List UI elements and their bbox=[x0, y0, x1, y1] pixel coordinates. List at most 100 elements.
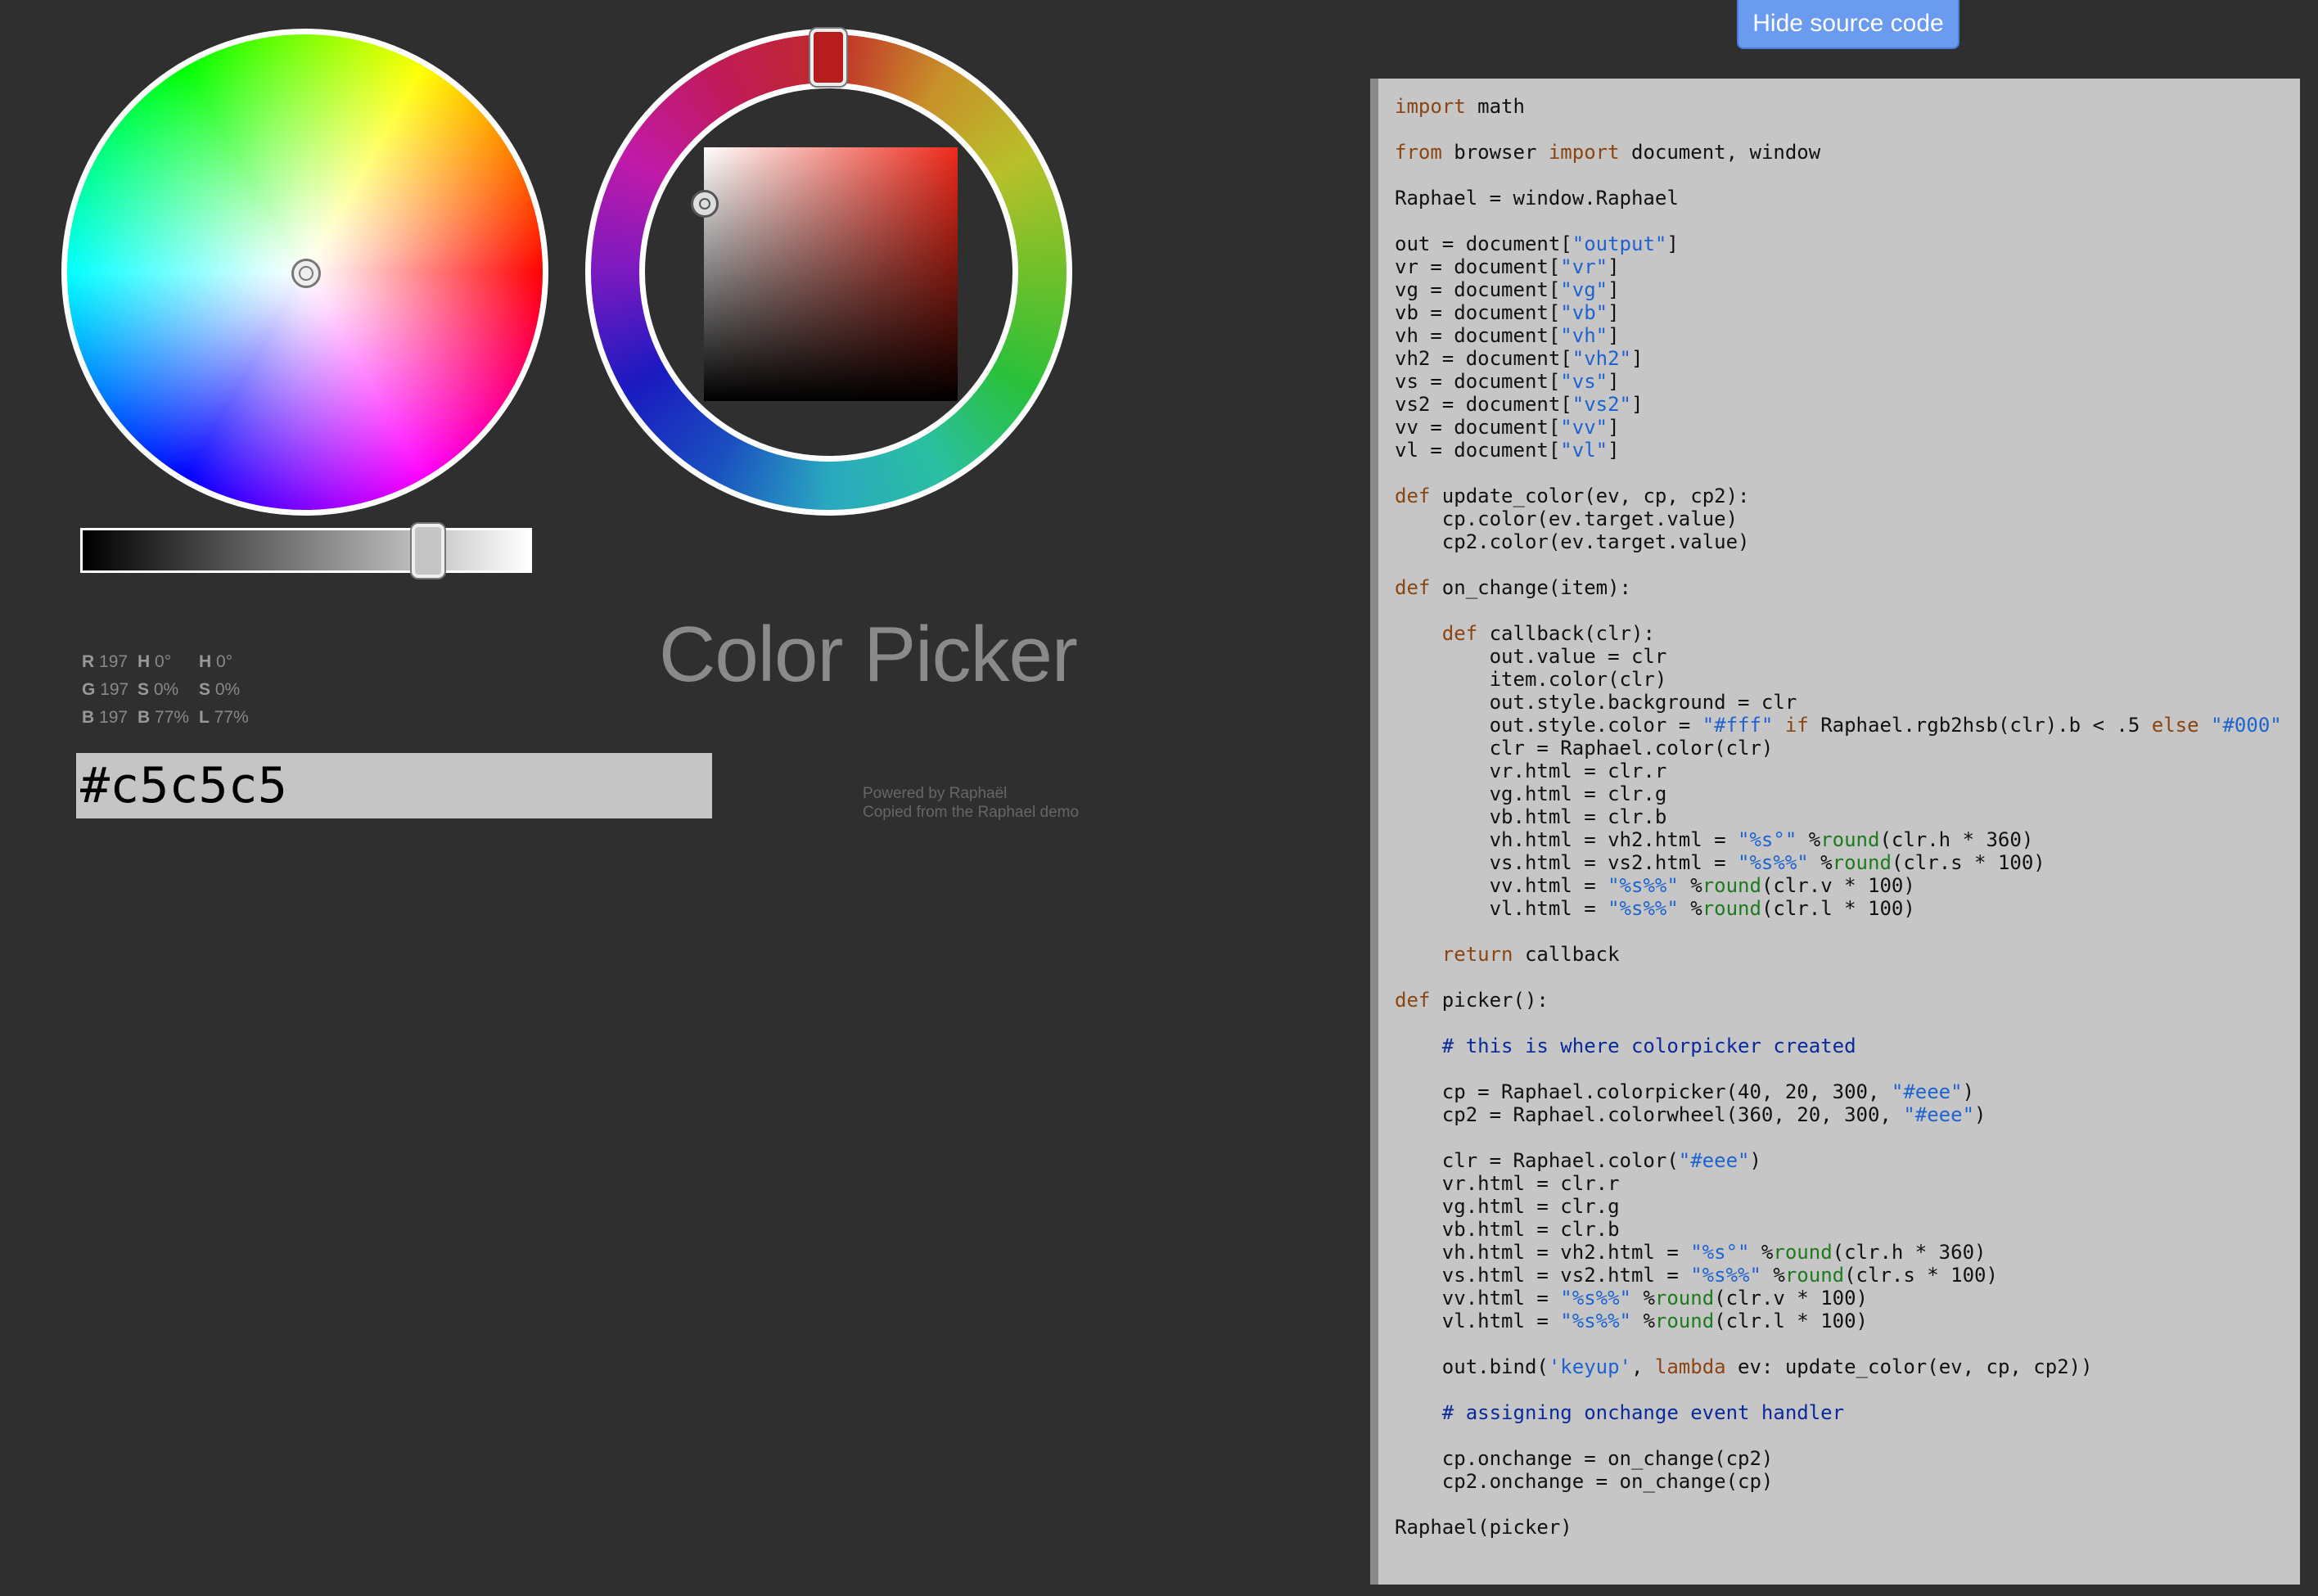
code-token: (clr.s * 100) bbox=[1844, 1264, 1998, 1287]
code-line: def update_color(ev, cp, cp2): bbox=[1395, 485, 2282, 507]
code-token: ] bbox=[1608, 278, 1620, 301]
code-token: cp = Raphael.colorpicker(40, 20, 300, bbox=[1395, 1080, 1892, 1103]
code-token: return bbox=[1441, 943, 1513, 966]
code-token: % bbox=[1808, 851, 1833, 874]
code-token: "vh" bbox=[1560, 324, 1608, 347]
code-token: "%s%%" bbox=[1560, 1310, 1631, 1332]
credits-copied-from: Copied from the Raphael demo bbox=[863, 804, 1080, 821]
code-token: % bbox=[1797, 828, 1821, 851]
code-token: "vr" bbox=[1560, 255, 1608, 278]
code-token: vh.html = vh2.html = bbox=[1395, 1241, 1691, 1264]
code-token: ] bbox=[1608, 439, 1620, 462]
code-token: vl = document[ bbox=[1395, 439, 1561, 462]
page-title: Color Picker bbox=[659, 611, 1078, 698]
code-token: (clr.h * 360) bbox=[1832, 1241, 1987, 1264]
code-token: "%s%%" bbox=[1738, 851, 1809, 874]
code-token: document, window bbox=[1619, 141, 1821, 164]
code-line: out.style.background = clr bbox=[1395, 691, 2282, 714]
code-token: "#eee" bbox=[1891, 1080, 1963, 1103]
code-token: def bbox=[1395, 485, 1431, 507]
value-g: 197 bbox=[100, 680, 129, 699]
code-token: vh2 = document[ bbox=[1395, 347, 1572, 370]
code-token: Raphael.rgb2hsb(clr).b < .5 bbox=[1808, 714, 2152, 737]
code-line: vg.html = clr.g bbox=[1395, 782, 2282, 805]
code-token: (clr.v * 100) bbox=[1714, 1287, 1868, 1310]
code-token: 'keyup' bbox=[1548, 1355, 1631, 1378]
code-token: vs.html = vs2.html = bbox=[1395, 1264, 1691, 1287]
code-line: vv.html = "%s%%" %round(clr.v * 100) bbox=[1395, 1287, 2282, 1310]
color-wheel-handle[interactable] bbox=[291, 259, 321, 288]
color-hex-input[interactable] bbox=[76, 753, 712, 818]
code-token: ] bbox=[1608, 301, 1620, 324]
code-line: vh = document["vh"] bbox=[1395, 324, 2282, 347]
saturation-value-handle[interactable] bbox=[691, 190, 719, 218]
code-token: out.style.color = bbox=[1395, 714, 1702, 737]
code-token: Raphael = window.Raphael bbox=[1395, 187, 1679, 210]
hue-ring-handle[interactable] bbox=[810, 29, 846, 86]
code-token: vv.html = bbox=[1395, 1287, 1561, 1310]
code-token: (clr.l * 100) bbox=[1761, 897, 1915, 920]
code-line: out.bind('keyup', lambda ev: update_colo… bbox=[1395, 1355, 2282, 1378]
code-token: clr = Raphael.color(clr) bbox=[1395, 737, 1774, 760]
code-token: picker(): bbox=[1430, 989, 1549, 1012]
code-token: (clr.h * 360) bbox=[1879, 828, 2034, 851]
code-line: vr.html = clr.r bbox=[1395, 1172, 2282, 1195]
code-token: "%s%%" bbox=[1690, 1264, 1761, 1287]
code-line: def on_change(item): bbox=[1395, 576, 2282, 599]
code-token: ) bbox=[1749, 1149, 1761, 1172]
code-token: ] bbox=[1666, 232, 1679, 255]
code-token: vl.html = bbox=[1395, 897, 1608, 920]
code-token: vh = document[ bbox=[1395, 324, 1561, 347]
code-line: # this is where colorpicker created bbox=[1395, 1035, 2282, 1057]
code-token: , bbox=[1631, 1355, 1655, 1378]
brightness-slider[interactable] bbox=[80, 528, 532, 573]
code-token: "vs" bbox=[1560, 370, 1608, 393]
code-token: round bbox=[1773, 1241, 1833, 1264]
code-line: cp = Raphael.colorpicker(40, 20, 300, "#… bbox=[1395, 1080, 2282, 1103]
code-token: "#eee" bbox=[1678, 1149, 1750, 1172]
code-token: "#fff" bbox=[1702, 714, 1774, 737]
value-r: 197 bbox=[99, 652, 129, 671]
code-line: clr = Raphael.color(clr) bbox=[1395, 737, 2282, 760]
code-token: ] bbox=[1631, 347, 1644, 370]
code-token: "vv" bbox=[1560, 416, 1608, 439]
code-token: ] bbox=[1608, 324, 1620, 347]
code-token: "vb" bbox=[1560, 301, 1608, 324]
code-line: vh.html = vh2.html = "%s°" %round(clr.h … bbox=[1395, 828, 2282, 851]
code-token: round bbox=[1820, 828, 1880, 851]
code-token: import bbox=[1395, 95, 1466, 118]
code-token: vs2 = document[ bbox=[1395, 393, 1572, 416]
code-token: "vh2" bbox=[1572, 347, 1631, 370]
code-token: round bbox=[1654, 1287, 1715, 1310]
readout-row-b: B 197 B 77% L 77% bbox=[82, 704, 249, 732]
code-line: vh.html = vh2.html = "%s°" %round(clr.h … bbox=[1395, 1241, 2282, 1264]
code-line: cp.color(ev.target.value) bbox=[1395, 507, 2282, 530]
code-token: cp.onchange = on_change(cp2) bbox=[1395, 1447, 1774, 1470]
code-token: round bbox=[1784, 1264, 1845, 1287]
code-token: "#eee" bbox=[1903, 1103, 1975, 1126]
code-token: % bbox=[1631, 1287, 1655, 1310]
code-token: vv.html = bbox=[1395, 874, 1608, 897]
code-token: def bbox=[1441, 622, 1478, 645]
code-token: vr = document[ bbox=[1395, 255, 1561, 278]
code-line: from browser import document, window bbox=[1395, 141, 2282, 164]
hide-source-button[interactable]: Hide source code bbox=[1737, 0, 1959, 49]
code-line: Raphael(picker) bbox=[1395, 1516, 2282, 1539]
code-token: ] bbox=[1608, 416, 1620, 439]
saturation-value-square[interactable] bbox=[704, 147, 958, 401]
code-line: cp2.onchange = on_change(cp) bbox=[1395, 1470, 2282, 1493]
code-token: ev: update_color(ev, cp, cp2)) bbox=[1725, 1355, 2093, 1378]
code-token: cp2.color(ev.target.value) bbox=[1395, 530, 1750, 553]
code-token: cp2 = Raphael.colorwheel(360, 20, 300, bbox=[1395, 1103, 1904, 1126]
code-line: def callback(clr): bbox=[1395, 622, 2282, 645]
brightness-slider-handle[interactable] bbox=[412, 524, 444, 578]
code-line: import math bbox=[1395, 95, 2282, 118]
